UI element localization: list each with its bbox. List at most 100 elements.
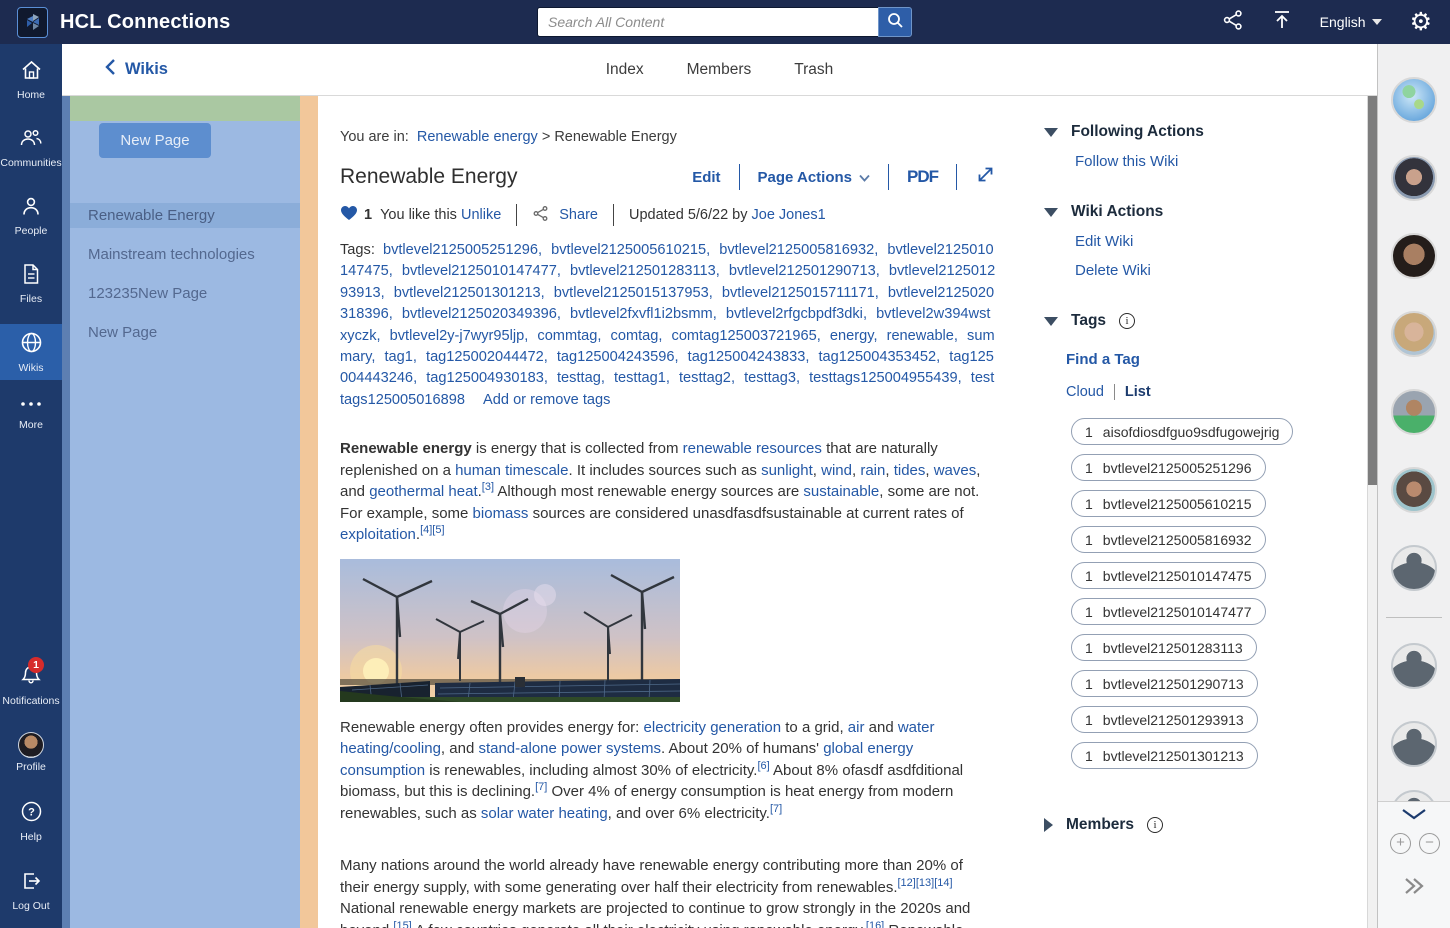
- tag-link[interactable]: commtag: [537, 328, 597, 344]
- find-a-tag-link[interactable]: Find a Tag: [1066, 351, 1367, 368]
- tab-index[interactable]: Index: [606, 61, 644, 79]
- tag-link[interactable]: energy: [830, 328, 874, 344]
- upload-icon[interactable]: [1272, 9, 1292, 36]
- tag-link[interactable]: bvtlevel2125015711171: [722, 285, 875, 301]
- page-actions-menu[interactable]: Page Actions: [758, 169, 870, 186]
- inline-link[interactable]: human timescale: [455, 462, 568, 479]
- tag-link[interactable]: bvtlevel212501283113: [570, 263, 716, 279]
- following-actions-header[interactable]: Following Actions: [1044, 123, 1367, 141]
- footnote-ref[interactable]: [13]: [916, 877, 934, 889]
- tag-link[interactable]: bvtlevel2125005816932: [719, 242, 874, 258]
- tag-link[interactable]: testtag: [557, 370, 601, 386]
- tab-trash[interactable]: Trash: [794, 61, 833, 79]
- tag-pill[interactable]: 1 bvtlevel212501301213: [1071, 742, 1258, 769]
- sidebar-item-people[interactable]: People: [0, 188, 62, 243]
- tag-link[interactable]: tag1: [384, 349, 412, 365]
- itm-avatar[interactable]: [1391, 467, 1437, 513]
- footnote-ref[interactable]: [7]: [770, 803, 782, 815]
- sidebar-item-logout[interactable]: Log Out: [0, 863, 62, 918]
- back-to-wikis[interactable]: Wikis: [105, 58, 168, 81]
- footnote-ref[interactable]: [3]: [482, 481, 494, 493]
- share-icon[interactable]: [1222, 9, 1244, 36]
- sidebar-item-communities[interactable]: Communities: [0, 120, 62, 175]
- footnote-ref[interactable]: [6]: [757, 760, 769, 772]
- itm-avatar[interactable]: [1391, 233, 1437, 279]
- itm-avatar[interactable]: [1391, 155, 1437, 201]
- sidebar-item-notifications[interactable]: 1 Notifications: [0, 656, 62, 713]
- tag-link[interactable]: renewable: [887, 328, 954, 344]
- tab-members[interactable]: Members: [687, 61, 752, 79]
- triangle-down-icon[interactable]: [1044, 127, 1058, 137]
- triangle-down-icon[interactable]: [1044, 316, 1058, 326]
- inline-link[interactable]: wind: [821, 462, 852, 479]
- wiki-page-item[interactable]: Mainstream technologies: [70, 242, 300, 267]
- wiki-page-item[interactable]: 123235New Page: [70, 281, 300, 306]
- wiki-page-item[interactable]: Renewable Energy: [70, 203, 300, 228]
- inline-link[interactable]: geothermal heat: [369, 483, 477, 500]
- tag-link[interactable]: tag125002044472: [426, 349, 544, 365]
- tag-pill[interactable]: 1 bvtlevel2125005610215: [1071, 490, 1266, 517]
- tag-link[interactable]: tag125004353452: [818, 349, 936, 365]
- itm-avatar[interactable]: [1391, 643, 1437, 689]
- plus-icon[interactable]: +: [1390, 833, 1411, 854]
- footnote-ref[interactable]: [4]: [420, 524, 432, 536]
- members-section-header[interactable]: Members i: [1044, 816, 1367, 834]
- info-icon[interactable]: i: [1119, 313, 1136, 329]
- inline-link[interactable]: tides: [894, 462, 926, 479]
- tag-link[interactable]: tag125004243596: [557, 349, 675, 365]
- itm-avatar[interactable]: [1391, 311, 1437, 357]
- inline-link[interactable]: stand-alone power systems: [478, 740, 661, 757]
- sidebar-item-more[interactable]: More: [0, 390, 62, 437]
- tag-link[interactable]: comtag: [611, 328, 659, 344]
- tags-header[interactable]: Tags i: [1044, 312, 1367, 330]
- tag-link[interactable]: comtag125003721965: [672, 328, 817, 344]
- double-chevron-right-icon[interactable]: [1402, 876, 1426, 901]
- sidebar-item-profile[interactable]: Profile: [0, 725, 62, 779]
- share-link[interactable]: Share: [559, 207, 598, 223]
- triangle-right-icon[interactable]: [1044, 818, 1053, 832]
- inline-link[interactable]: biomass: [473, 505, 529, 522]
- cloud-view-link[interactable]: Cloud: [1066, 384, 1104, 400]
- tag-link[interactable]: testtag1: [614, 370, 666, 386]
- itm-avatar[interactable]: [1391, 545, 1437, 591]
- tag-link[interactable]: bvtlevel2rfgcbpdf3dki: [726, 306, 863, 322]
- tag-pill[interactable]: 1 bvtlevel2125005251296: [1071, 454, 1266, 481]
- expand-icon[interactable]: [975, 164, 996, 190]
- footnote-ref[interactable]: [5]: [432, 524, 444, 536]
- search-input[interactable]: [537, 7, 878, 37]
- tag-link[interactable]: tag125004243833: [688, 349, 806, 365]
- tag-pill[interactable]: 1 aisofdiosdfguo9sdfugowejrig: [1071, 418, 1294, 445]
- tag-link[interactable]: bvtlevel2125020349396: [402, 306, 557, 322]
- tag-link[interactable]: bvtlevel2125015137953: [554, 285, 709, 301]
- sidebar-item-home[interactable]: Home: [0, 52, 62, 107]
- tag-link[interactable]: bvtlevel2y-j7wyr95ljp: [390, 328, 525, 344]
- footnote-ref[interactable]: [14]: [934, 877, 952, 889]
- app-logo[interactable]: [17, 6, 48, 38]
- edit-button[interactable]: Edit: [692, 169, 720, 186]
- minus-icon[interactable]: −: [1419, 833, 1440, 854]
- unlike-link[interactable]: Unlike: [461, 207, 501, 223]
- footnote-ref[interactable]: [12]: [897, 877, 915, 889]
- tag-link[interactable]: bvtlevel2125005251296: [383, 242, 538, 258]
- inline-link[interactable]: electricity generation: [644, 719, 782, 736]
- inline-link[interactable]: waves: [934, 462, 977, 479]
- triangle-down-icon[interactable]: [1044, 207, 1058, 217]
- follow-this-wiki-link[interactable]: Follow this Wiki: [1075, 153, 1367, 170]
- delete-wiki-link[interactable]: Delete Wiki: [1075, 262, 1367, 279]
- tag-link[interactable]: bvtlevel212501301213: [394, 285, 541, 301]
- footnote-ref[interactable]: [16]: [866, 920, 884, 928]
- author-link[interactable]: Joe Jones1: [752, 207, 826, 223]
- breadcrumb-wiki-link[interactable]: Renewable energy: [417, 129, 538, 145]
- chevron-down-icon[interactable]: [1399, 807, 1429, 826]
- tag-pill[interactable]: 1 bvtlevel2125005816932: [1071, 526, 1266, 553]
- tag-link[interactable]: testtag3: [744, 370, 796, 386]
- tag-pill[interactable]: 1 bvtlevel2125010147475: [1071, 562, 1266, 589]
- footnote-ref[interactable]: [7]: [535, 781, 547, 793]
- sidebar-item-help[interactable]: ? Help: [0, 793, 62, 849]
- pdf-button[interactable]: PDF: [907, 167, 939, 187]
- tag-pill[interactable]: 1 bvtlevel2125010147477: [1071, 598, 1266, 625]
- itm-avatar[interactable]: [1391, 721, 1437, 767]
- tag-link[interactable]: bvtlevel2fxvfl1i2bsmm: [570, 306, 713, 322]
- inline-link[interactable]: sunlight: [761, 462, 813, 479]
- tag-link[interactable]: testtags125004955439: [809, 370, 958, 386]
